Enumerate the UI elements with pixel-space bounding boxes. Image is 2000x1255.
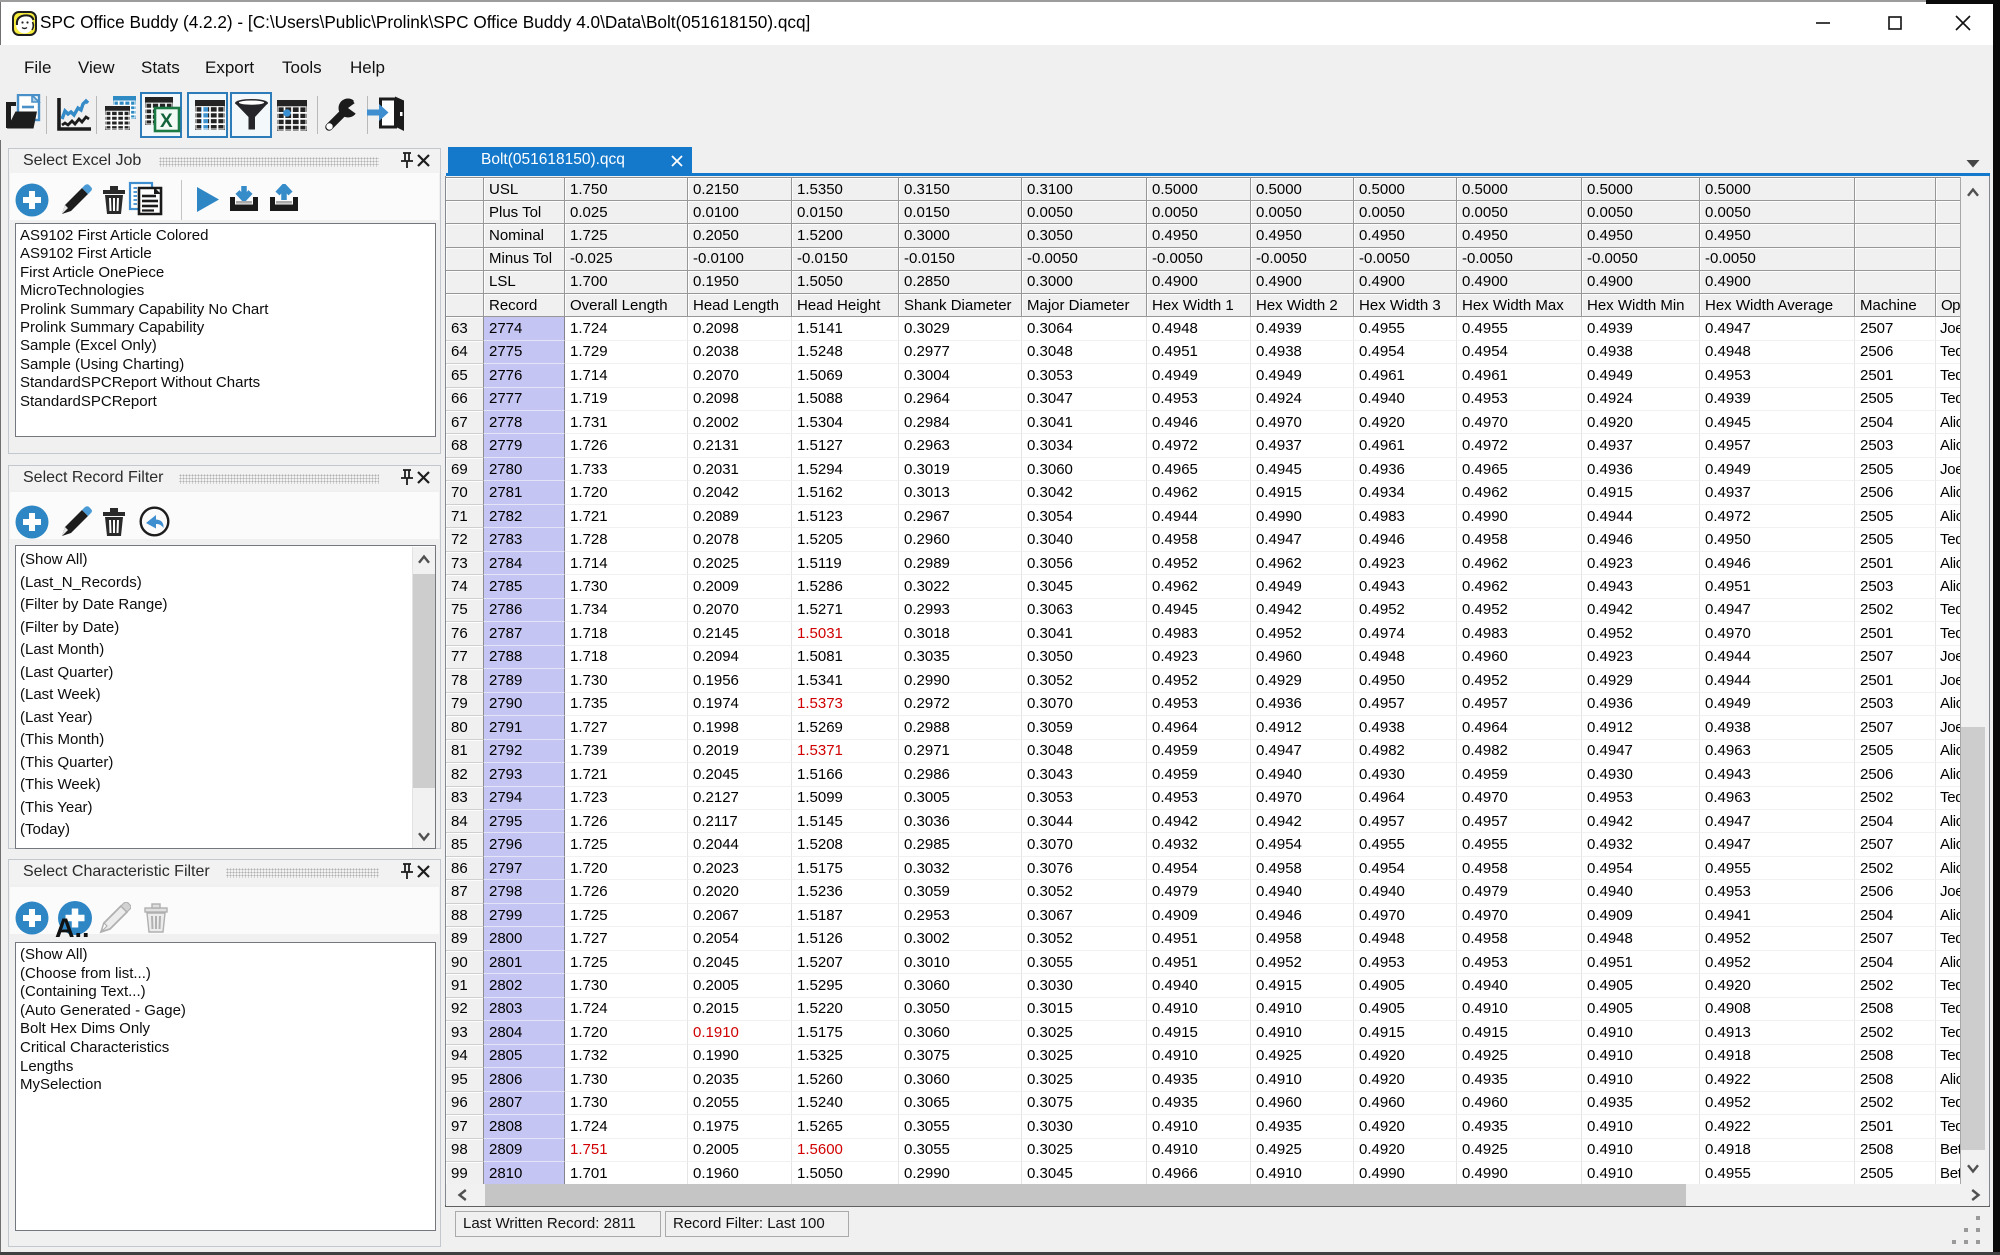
svg-text:A..: A.. bbox=[55, 913, 90, 940]
svg-text:X: X bbox=[160, 111, 173, 132]
